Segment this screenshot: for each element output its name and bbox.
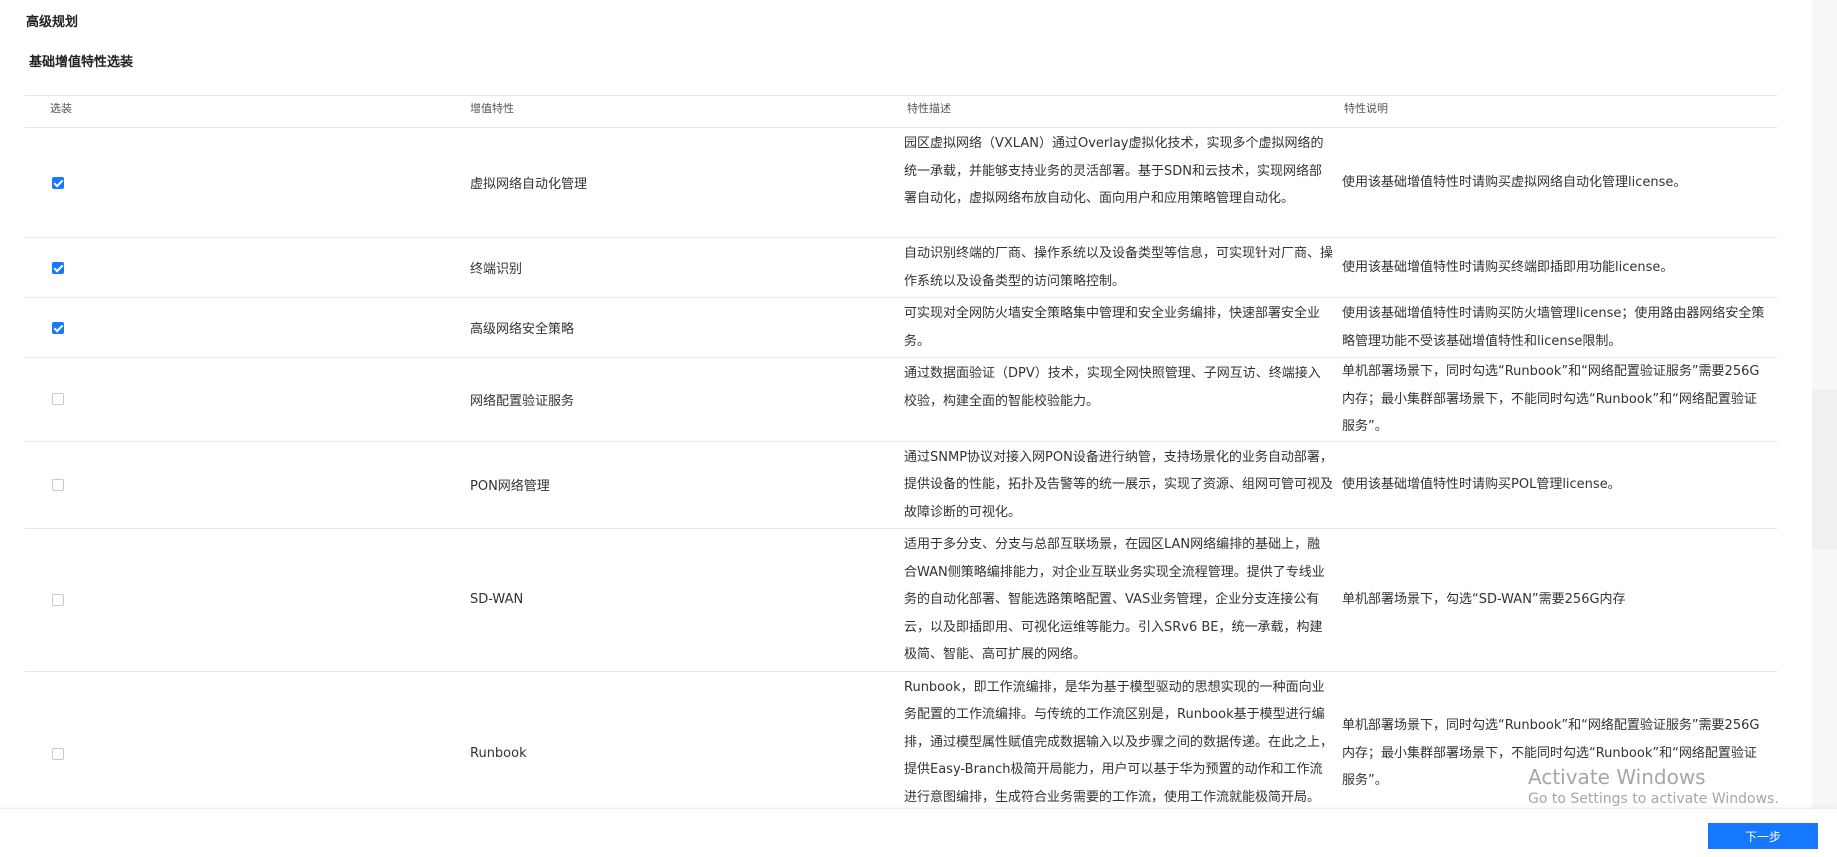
select-cell [25,127,465,238]
table-row: 虚拟网络自动化管理 园区虚拟网络（VXLAN）通过Overlay虚拟化技术，实现… [25,127,1777,238]
feature-description: 通过数据面验证（DPV）技术，实现全网快照管理、子网互访、终端接入校验，构建全面… [902,357,1339,442]
table-row: PON网络管理 通过SNMP协议对接入网PON设备进行纳管，支持场景化的业务自动… [25,441,1777,529]
next-step-button[interactable]: 下一步 [1708,823,1818,849]
watermark-subtitle: Go to Settings to activate Windows. [1528,791,1779,807]
table-row: SD-WAN 适用于多分支、分支与总部互联场景，在园区LAN网络编排的基础上，融… [25,528,1777,672]
feature-description: 可实现对全网防火墙安全策略集中管理和安全业务编排，快速部署安全业务。 [902,297,1339,358]
table-header-row: 选装 增值特性 特性描述 特性说明 [25,95,1777,128]
feature-checkbox[interactable] [52,261,64,274]
feature-name: 网络配置验证服务 [465,357,902,442]
feature-note: 使用该基础增值特性时请购买防火墙管理license；使用路由器网络安全策略管理功… [1339,297,1777,358]
feature-checkbox[interactable] [52,321,64,334]
feature-note: 使用该基础增值特性时请购买POL管理license。 [1339,441,1777,529]
select-cell [25,441,465,529]
header-feature: 增值特性 [465,95,902,128]
feature-description: 适用于多分支、分支与总部互联场景，在园区LAN网络编排的基础上，融合WAN侧策略… [902,528,1339,672]
feature-description: 园区虚拟网络（VXLAN）通过Overlay虚拟化技术，实现多个虚拟网络的统一承… [902,127,1339,238]
feature-name: 高级网络安全策略 [465,297,902,358]
feature-checkbox[interactable] [52,393,64,406]
feature-checkbox[interactable] [52,478,64,491]
table-row: 网络配置验证服务 通过数据面验证（DPV）技术，实现全网快照管理、子网互访、终端… [25,357,1777,442]
watermark-title: Activate Windows [1528,765,1706,789]
header-note: 特性说明 [1339,95,1777,128]
table-row: 终端识别 自动识别终端的厂商、操作系统以及设备类型等信息，可实现针对厂商、操作系… [25,237,1777,298]
feature-checkbox[interactable] [52,747,64,760]
feature-name: 终端识别 [465,237,902,298]
select-cell [25,528,465,672]
windows-activation-watermark: Activate Windows Go to Settings to activ… [1528,765,1779,808]
feature-note: 单机部署场景下，同时勾选“Runbook”和“网络配置验证服务”需要256G内存… [1339,357,1777,442]
feature-name: SD-WAN [465,528,902,672]
feature-checkbox[interactable] [52,176,64,189]
feature-checkbox[interactable] [52,593,64,606]
feature-note: 使用该基础增值特性时请购买终端即插即用功能license。 [1339,237,1777,298]
header-description: 特性描述 [902,95,1339,128]
feature-description: 通过SNMP协议对接入网PON设备进行纳管，支持场景化的业务自动部署，提供设备的… [902,441,1339,529]
feature-name: 虚拟网络自动化管理 [465,127,902,238]
page-title: 高级规划 [26,15,79,30]
feature-name: PON网络管理 [465,441,902,529]
select-cell [25,357,465,442]
section-title: 基础增值特性选装 [29,55,134,70]
header-select: 选装 [25,95,465,128]
scrollbar-thumb[interactable] [1812,390,1837,550]
table-row: 高级网络安全策略 可实现对全网防火墙安全策略集中管理和安全业务编排，快速部署安全… [25,297,1777,358]
feature-table-container: 选装 增值特性 特性描述 特性说明 虚拟网络自动化管理 园区虚拟网络（VXLAN… [25,95,1777,837]
feature-note: 使用该基础增值特性时请购买虚拟网络自动化管理license。 [1339,127,1777,238]
select-cell [25,237,465,298]
select-cell [25,297,465,358]
feature-description: 自动识别终端的厂商、操作系统以及设备类型等信息，可实现针对厂商、操作系统以及设备… [902,237,1339,298]
footer-bar [0,808,1837,857]
feature-note: 单机部署场景下，勾选“SD-WAN”需要256G内存 [1339,528,1777,672]
feature-table: 选装 增值特性 特性描述 特性说明 虚拟网络自动化管理 园区虚拟网络（VXLAN… [25,95,1777,837]
